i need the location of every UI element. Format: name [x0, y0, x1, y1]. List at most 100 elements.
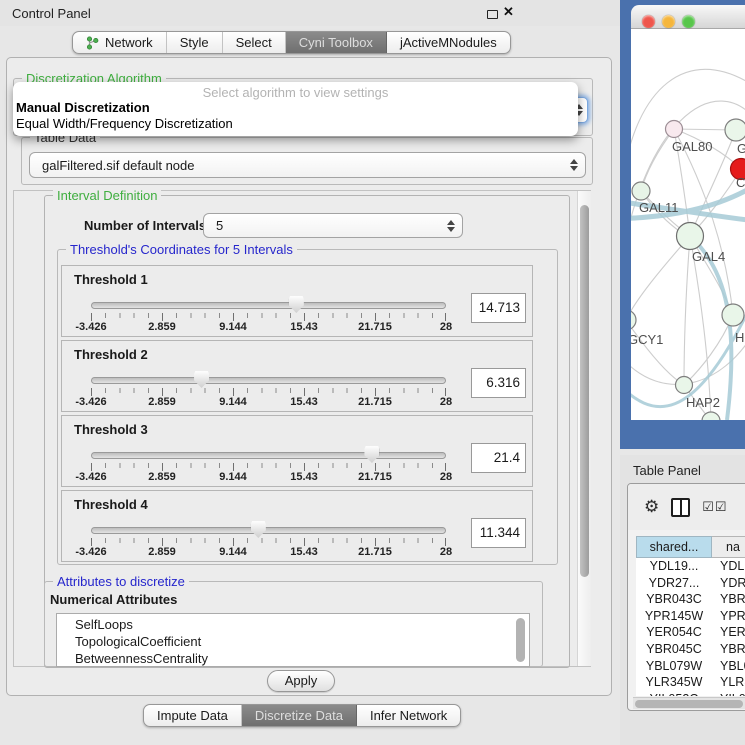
- slider-track[interactable]: [91, 377, 446, 384]
- network-node-hap2[interactable]: [676, 377, 693, 394]
- table-data-group: Table Data galFiltered.sif default node: [21, 137, 593, 185]
- cell-shared-name[interactable]: YBL079W: [636, 658, 712, 675]
- network-canvas[interactable]: GAL80GACGAL11GAL4GCY1HHAP2: [631, 29, 745, 420]
- network-node-gal4[interactable]: [677, 223, 704, 250]
- network-node-gcy1[interactable]: [631, 310, 636, 330]
- cell-shared-name[interactable]: YDL19...: [636, 558, 712, 575]
- horizontal-scrollbar-thumb[interactable]: [635, 700, 743, 708]
- float-window-icon[interactable]: [487, 10, 498, 19]
- table-data-combo[interactable]: galFiltered.sif default node: [29, 152, 586, 178]
- close-icon[interactable]: ✕: [503, 4, 514, 20]
- table-row[interactable]: YER054CYER0: [636, 624, 745, 641]
- tab-select[interactable]: Select: [223, 32, 286, 53]
- cell-shared-name[interactable]: YBR045C: [636, 641, 712, 658]
- cell-name[interactable]: YBR0: [712, 641, 745, 658]
- table-row[interactable]: YIL052CYIL0: [636, 691, 745, 696]
- network-node-gal80[interactable]: [666, 121, 683, 138]
- gear-icon[interactable]: ⚙: [644, 497, 659, 517]
- slider-track[interactable]: [91, 302, 446, 309]
- slider-scale-label: 9.144: [219, 396, 247, 408]
- table-row[interactable]: YDR27...YDR2: [636, 575, 745, 592]
- cell-name[interactable]: YDR2: [712, 575, 745, 592]
- slider-ticks: [91, 538, 446, 543]
- tab-cyni-toolbox[interactable]: Cyni Toolbox: [286, 32, 387, 53]
- checkbox-icon[interactable]: ☑☑: [702, 499, 727, 515]
- network-node-h[interactable]: [722, 304, 744, 326]
- cell-shared-name[interactable]: YIL052C: [636, 691, 712, 696]
- slider-thumb[interactable]: [364, 446, 379, 463]
- network-node-label: H: [735, 330, 744, 345]
- cell-name[interactable]: YBR0: [712, 591, 745, 608]
- tab-impute-data[interactable]: Impute Data: [144, 705, 242, 726]
- minimize-traffic-light[interactable]: [662, 15, 675, 28]
- vertical-scrollbar-thumb[interactable]: [580, 205, 589, 577]
- vertical-scrollbar[interactable]: [577, 191, 591, 666]
- slider-scale-label: 21.715: [358, 471, 392, 483]
- slider-thumb[interactable]: [251, 521, 266, 538]
- slider-scale: -3.4262.8599.14415.4321.71528: [91, 546, 446, 558]
- attribute-item[interactable]: TopologicalCoefficient: [75, 633, 529, 650]
- attribute-item[interactable]: BetweennessCentrality: [75, 650, 529, 667]
- tab-discretize-data[interactable]: Discretize Data: [242, 705, 357, 726]
- attribute-item[interactable]: SelfLoops: [75, 616, 529, 633]
- cell-shared-name[interactable]: YDR27...: [636, 575, 712, 592]
- cell-shared-name[interactable]: YLR345W: [636, 674, 712, 691]
- apply-button[interactable]: Apply: [267, 670, 335, 692]
- algorithm-option-equal-width[interactable]: Equal Width/Frequency Discretization: [15, 116, 576, 132]
- network-node-ga[interactable]: [725, 119, 745, 141]
- threshold-2-value-field[interactable]: 6.316: [471, 368, 526, 398]
- column-header-name[interactable]: na: [712, 536, 745, 558]
- node-table-body[interactable]: YDL19...YDL1YDR27...YDR2YBR043CYBR0YPR14…: [636, 558, 745, 696]
- threshold-3-value-field[interactable]: 21.4: [471, 443, 526, 473]
- cell-name[interactable]: YDL1: [712, 558, 745, 575]
- slider-scale-label: -3.426: [75, 396, 106, 408]
- cell-name[interactable]: YPR1: [712, 608, 745, 625]
- tab-style[interactable]: Style: [167, 32, 223, 53]
- algorithm-option-manual[interactable]: Manual Discretization: [15, 100, 576, 116]
- slider-track[interactable]: [91, 527, 446, 534]
- control-panel-tabbar: Network Style Select Cyni Toolbox jActiv…: [72, 31, 511, 54]
- cyni-bottom-tabbar: Impute Data Discretize Data Infer Networ…: [143, 704, 461, 727]
- numerical-attributes-list[interactable]: SelfLoopsTopologicalCoefficientBetweenne…: [56, 613, 530, 667]
- close-traffic-light[interactable]: [642, 15, 655, 28]
- column-header-shared-name[interactable]: shared...: [636, 536, 712, 558]
- tab-jactivemnodules[interactable]: jActiveMNodules: [387, 32, 510, 53]
- horizontal-scrollbar[interactable]: [633, 697, 745, 709]
- slider-track[interactable]: [91, 452, 446, 459]
- slider-scale-label: 28: [440, 321, 452, 333]
- network-window-titlebar[interactable]: [631, 5, 745, 29]
- table-row[interactable]: YBL079WYBL0: [636, 658, 745, 675]
- cell-name[interactable]: YER0: [712, 624, 745, 641]
- cell-shared-name[interactable]: YPR145W: [636, 608, 712, 625]
- slider-scale-label: -3.426: [75, 321, 106, 333]
- cell-name[interactable]: YIL0: [712, 691, 745, 696]
- slider-thumb[interactable]: [289, 296, 304, 313]
- stepper-arrows-icon: [447, 220, 455, 232]
- numerical-attributes-label: Numerical Attributes: [50, 592, 177, 607]
- threshold-1-value-field[interactable]: 14.713: [471, 293, 526, 323]
- num-intervals-combo[interactable]: 5: [203, 213, 463, 238]
- slider-scale-label: -3.426: [75, 546, 106, 558]
- cell-shared-name[interactable]: YBR043C: [636, 591, 712, 608]
- tab-discretize-data-label: Discretize Data: [255, 708, 343, 723]
- table-row[interactable]: YDL19...YDL1: [636, 558, 745, 575]
- thresholds-group-title: Threshold's Coordinates for 5 Intervals: [66, 242, 297, 257]
- slider-thumb[interactable]: [194, 371, 209, 388]
- tab-impute-data-label: Impute Data: [157, 708, 228, 723]
- threshold-4-value-field[interactable]: 11.344: [471, 518, 526, 548]
- cell-name[interactable]: YLR3: [712, 674, 745, 691]
- tab-network[interactable]: Network: [73, 32, 167, 53]
- zoom-traffic-light[interactable]: [682, 15, 695, 28]
- cell-name[interactable]: YBL0: [712, 658, 745, 675]
- table-row[interactable]: YPR145WYPR1: [636, 608, 745, 625]
- table-panel-body: ⚙ ☑☑ shared... na YDL19...YDL1YDR27...YD…: [627, 483, 745, 711]
- list-scrollbar-thumb[interactable]: [516, 618, 525, 662]
- cell-shared-name[interactable]: YER054C: [636, 624, 712, 641]
- tab-infer-network[interactable]: Infer Network: [357, 705, 460, 726]
- network-node-gal11[interactable]: [632, 182, 650, 200]
- table-row[interactable]: YLR345WYLR3: [636, 674, 745, 691]
- table-row[interactable]: YBR043CYBR0: [636, 591, 745, 608]
- table-row[interactable]: YBR045CYBR0: [636, 641, 745, 658]
- split-columns-icon[interactable]: [671, 498, 690, 517]
- table-toolbar: ⚙ ☑☑: [628, 484, 745, 530]
